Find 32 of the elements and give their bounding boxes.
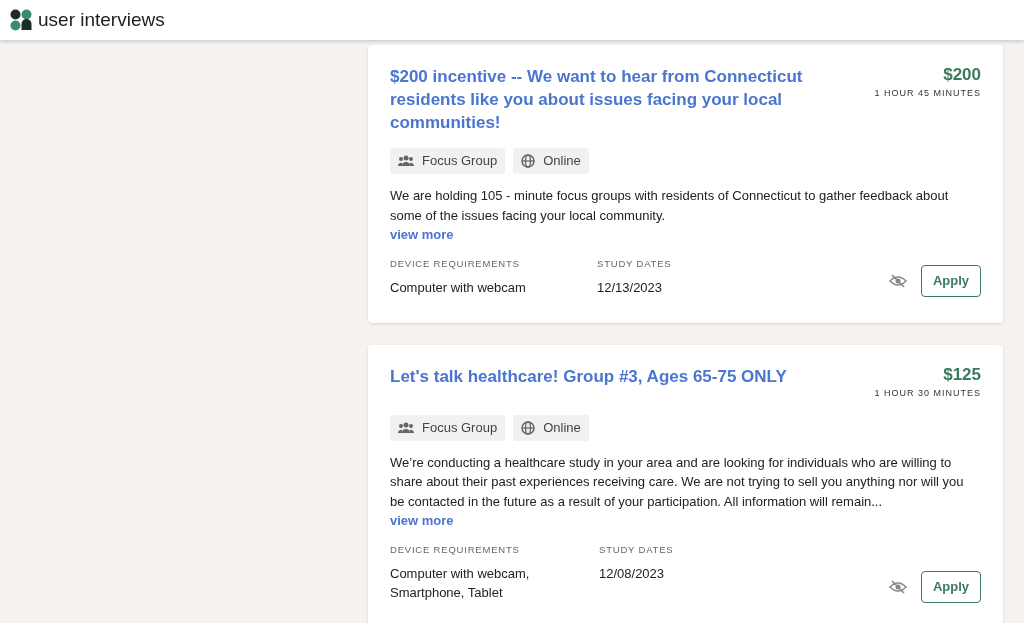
detail-label: DEVICE REQUIREMENTS — [390, 542, 521, 556]
apply-button[interactable]: Apply — [920, 265, 981, 297]
hide-icon[interactable] — [888, 579, 907, 594]
people-icon — [398, 421, 414, 434]
people-icon — [398, 155, 414, 167]
apply-button[interactable]: Apply — [920, 570, 981, 603]
study-tag: Focus Group — [390, 414, 506, 441]
study-description: We’re conducting a healthcare study in your area and are looking for individuals who are willing to share about their past experiences receiving care. We are not trying to sell you anything nor will you be contacted in the future as a result of your participation. All information will remain... — [390, 453, 965, 511]
detail-value: 12/08/2023 — [599, 564, 666, 583]
detail-value: 12/13/2023 — [597, 278, 664, 297]
view-more-link[interactable]: view more — [390, 225, 454, 245]
detail-label: DEVICE REQUIREMENTS — [390, 256, 521, 270]
globe-icon — [521, 420, 536, 435]
study-description: We are holding 105 - minute focus groups with residents of Connecticut to gather feedback about some of the issues facing your local community. — [390, 187, 950, 225]
detail-value: Computer with webcam — [390, 278, 527, 297]
study-tag: Online — [513, 148, 589, 174]
detail-label: STUDY DATES — [597, 256, 673, 270]
detail-label: STUDY DATES — [599, 542, 675, 556]
study-title[interactable]: Let's talk healthcare! Group #3, Ages 65-75 ONLY — [390, 365, 787, 401]
logo-icon — [10, 9, 32, 31]
incentive-amount: $125 — [943, 365, 981, 385]
brand-name[interactable]: user interviews — [38, 5, 165, 35]
hide-icon[interactable] — [888, 274, 907, 288]
globe-icon — [521, 154, 536, 168]
detail-value: Computer with webcam, Smartphone, Tablet — [390, 564, 531, 602]
incentive-amount: $200 — [943, 65, 981, 85]
study-tag: Online — [513, 414, 589, 441]
view-more-link[interactable]: view more — [390, 511, 454, 531]
study-duration: 1 HOUR 30 MINUTES — [874, 387, 981, 400]
study-title[interactable]: $200 incentive -- We want to hear from Connecticut residents like you about issues facing your local communities! — [390, 65, 830, 134]
study-tag: Focus Group — [390, 148, 506, 174]
study-duration: 1 HOUR 45 MINUTES — [874, 87, 981, 100]
